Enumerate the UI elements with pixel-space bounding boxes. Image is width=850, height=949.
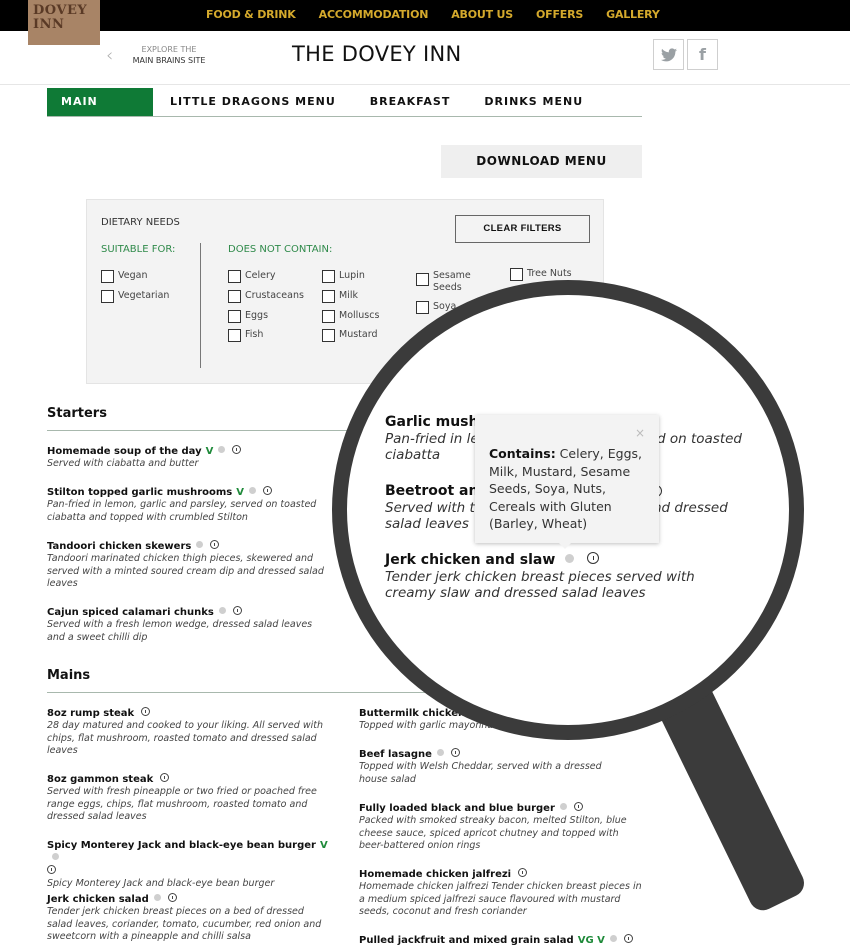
checkbox-lupin[interactable]: Lupin bbox=[322, 270, 365, 283]
close-icon[interactable]: × bbox=[635, 425, 645, 443]
checkbox-vegan[interactable]: Vegan bbox=[101, 270, 147, 283]
tab-main-menu[interactable]: MAIN MENU bbox=[47, 88, 153, 136]
does-not-contain-heading: DOES NOT CONTAIN: bbox=[228, 244, 333, 255]
explore-main-site-link[interactable]: EXPLORE THE MAIN BRAINS SITE bbox=[131, 44, 207, 66]
checkbox-crustaceans[interactable]: Crustaceans bbox=[228, 290, 304, 303]
chevron-left-icon[interactable]: ‹ bbox=[106, 45, 113, 66]
checkbox-milk[interactable]: Milk bbox=[322, 290, 358, 303]
filters-title: DIETARY NEEDS bbox=[101, 217, 180, 228]
page-title: THE DOVEY INN bbox=[292, 42, 462, 66]
dot-icon bbox=[609, 935, 617, 942]
menu-item[interactable]: 8oz gammon steak Served with fresh pinea… bbox=[47, 773, 337, 824]
info-icon[interactable] bbox=[232, 606, 242, 615]
dot-icon bbox=[196, 541, 204, 548]
tab-drinks-menu[interactable]: DRINKS MENU bbox=[467, 88, 600, 116]
menu-item[interactable]: Fully loaded black and blue burger Packe… bbox=[359, 802, 644, 853]
menu-item[interactable]: Beef lasagne Topped with Welsh Cheddar, … bbox=[359, 748, 624, 786]
section-heading-starters: Starters bbox=[47, 406, 107, 421]
twitter-button[interactable] bbox=[653, 39, 684, 70]
magnified-menu-item: Jerk chicken and slaw Tender jerk chicke… bbox=[385, 552, 695, 601]
menu-item[interactable]: Cajun spiced calamari chunks Served with… bbox=[47, 606, 332, 644]
checkbox-mustard[interactable]: Mustard bbox=[322, 329, 377, 342]
dot-icon bbox=[565, 554, 575, 563]
menu-item[interactable]: Homemade chicken jalfrezi Homemade chick… bbox=[359, 868, 649, 919]
logo[interactable]: DOVEY INN bbox=[28, 0, 100, 45]
menu-tabs: MAIN MENU LITTLE DRAGONS MENU BREAKFAST … bbox=[47, 88, 642, 136]
logo-line-1: DOVEY bbox=[33, 3, 88, 18]
twitter-icon bbox=[660, 47, 677, 61]
info-icon[interactable] bbox=[573, 802, 583, 811]
info-icon[interactable] bbox=[210, 540, 220, 549]
allergen-tooltip: × Contains: Celery, Eggs, Milk, Mustard,… bbox=[475, 415, 659, 549]
info-icon[interactable] bbox=[518, 868, 528, 877]
dot-icon bbox=[153, 894, 161, 901]
section-heading-mains: Mains bbox=[47, 668, 91, 683]
info-icon[interactable] bbox=[232, 445, 242, 454]
vegetarian-badge: V bbox=[319, 840, 328, 851]
vegan-vegetarian-badge: VG V bbox=[577, 935, 605, 946]
nav-gallery[interactable]: GALLERY bbox=[606, 8, 660, 21]
tooltip-label: Contains: bbox=[489, 446, 556, 461]
magnifier-handle bbox=[657, 687, 809, 915]
dot-icon bbox=[218, 446, 226, 453]
logo-line-2: INN bbox=[33, 17, 65, 32]
checkbox-molluscs[interactable]: Molluscs bbox=[322, 310, 379, 323]
nav-about-us[interactable]: ABOUT US bbox=[451, 8, 513, 21]
dot-icon bbox=[218, 607, 226, 614]
info-icon[interactable] bbox=[262, 486, 272, 495]
nav-offers[interactable]: OFFERS bbox=[536, 8, 583, 21]
checkbox-celery[interactable]: Celery bbox=[228, 270, 276, 283]
top-nav: FOOD & DRINK ACCOMMODATION ABOUT US OFFE… bbox=[206, 8, 660, 21]
top-navigation-bar: FOOD & DRINK ACCOMMODATION ABOUT US OFFE… bbox=[0, 0, 850, 31]
filters-divider bbox=[200, 243, 201, 368]
explore-line-2: MAIN BRAINS SITE bbox=[132, 56, 206, 65]
tab-little-dragons-menu[interactable]: LITTLE DRAGONS MENU bbox=[153, 88, 353, 116]
info-icon[interactable] bbox=[167, 893, 177, 902]
menu-item[interactable]: 8oz rump steak 28 day matured and cooked… bbox=[47, 707, 337, 758]
checkbox-vegetarian[interactable]: Vegetarian bbox=[101, 290, 169, 303]
tab-breakfast[interactable]: BREAKFAST bbox=[353, 88, 468, 116]
menu-item[interactable]: Spicy Monterey Jack and black-eye bean b… bbox=[47, 839, 337, 891]
info-icon[interactable] bbox=[623, 934, 633, 943]
dot-icon bbox=[248, 487, 256, 494]
explore-line-1: EXPLORE THE bbox=[141, 45, 197, 54]
info-icon[interactable] bbox=[450, 748, 460, 757]
menu-item[interactable]: Pulled jackfruit and mixed grain salad VG… bbox=[359, 934, 659, 947]
nav-food-drink[interactable]: FOOD & DRINK bbox=[206, 8, 296, 21]
checkbox-sesame-seeds[interactable]: Sesame Seeds bbox=[416, 270, 476, 294]
facebook-icon: f bbox=[699, 45, 706, 64]
menu-item[interactable]: Homemade soup of the day V Served with ci… bbox=[47, 445, 337, 471]
checkbox-eggs[interactable]: Eggs bbox=[228, 310, 268, 323]
info-icon[interactable] bbox=[47, 865, 56, 874]
section-divider bbox=[47, 692, 467, 693]
magnifier-lens: Garlic mushr Pan-fried in le d on toasted… bbox=[332, 280, 804, 740]
vegetarian-badge: V bbox=[236, 487, 244, 498]
clear-filters-button[interactable]: CLEAR FILTERS bbox=[455, 215, 590, 243]
vegetarian-badge: V bbox=[205, 446, 214, 457]
menu-item[interactable]: Jerk chicken salad Tender jerk chicken b… bbox=[47, 893, 332, 944]
menu-item[interactable]: Tandoori chicken skewers Tandoori marina… bbox=[47, 540, 332, 591]
dot-icon bbox=[52, 853, 59, 860]
info-icon[interactable] bbox=[141, 707, 151, 716]
dot-icon bbox=[436, 749, 444, 756]
checkbox-fish[interactable]: Fish bbox=[228, 329, 263, 342]
facebook-button[interactable]: f bbox=[687, 39, 718, 70]
menu-item[interactable]: Stilton topped garlic mushrooms V Pan-fri… bbox=[47, 486, 332, 524]
info-icon[interactable] bbox=[587, 552, 600, 564]
nav-accommodation[interactable]: ACCOMMODATION bbox=[319, 8, 429, 21]
suitable-for-heading: SUITABLE FOR: bbox=[101, 244, 176, 255]
header-divider bbox=[0, 84, 850, 85]
section-divider bbox=[47, 430, 347, 431]
dot-icon bbox=[559, 803, 567, 810]
info-icon[interactable] bbox=[160, 773, 170, 782]
download-menu-button[interactable]: DOWNLOAD MENU bbox=[441, 145, 642, 178]
